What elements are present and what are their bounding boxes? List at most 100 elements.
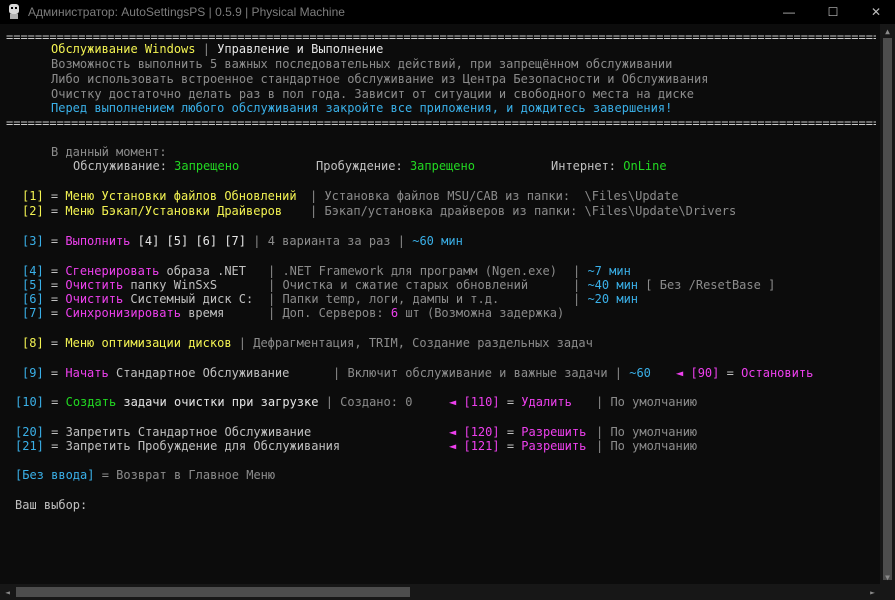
menu-eq: = [43, 278, 66, 292]
menu-item-20-default: | По умолчанию [596, 425, 698, 439]
menu-time: ~40 мин [587, 278, 639, 292]
menu-desc: 4 варианта за раз [267, 234, 391, 248]
menu-key: [20] [15, 425, 44, 439]
scroll-up-icon[interactable]: ▲ [880, 24, 895, 38]
menu-item-10[interactable]: [10] = Создать задачи очистки при загруз… [15, 395, 412, 410]
close-button[interactable]: ✕ [853, 0, 895, 24]
header-title: Обслуживание Windows [51, 42, 196, 56]
scroll-down-icon[interactable]: ▼ [880, 570, 895, 584]
status-wake-value: Запрещено [409, 159, 475, 173]
header-warning: Перед выполнением любого обслуживания за… [51, 101, 673, 115]
console-output: ========================================… [0, 24, 880, 584]
menu-verb: Очистить [65, 278, 124, 292]
scroll-right-icon[interactable]: ► [865, 584, 880, 600]
menu-eq: = [94, 468, 117, 482]
window-title: Администратор: AutoSettingsPS | 0.5.9 | … [28, 5, 345, 19]
menu-key: [7] [22, 306, 44, 320]
menu-key: [10] [15, 395, 44, 409]
scroll-left-icon[interactable]: ◄ [0, 584, 15, 600]
menu-item-120[interactable]: ◄ [120] = Разрешить [449, 425, 586, 440]
maximize-button[interactable]: ☐ [810, 0, 856, 24]
menu-key: [5] [22, 278, 44, 292]
menu-label: Меню Установки файлов Обновлений [65, 189, 297, 203]
menu-args: [4] [5] [6] [7] [137, 234, 247, 248]
menu-item-121[interactable]: ◄ [121] = Разрешить [449, 439, 586, 454]
menu-desc: Включит обслуживание и важные задачи [347, 366, 608, 380]
menu-verb: Создать [65, 395, 117, 409]
menu-key: [8] [22, 336, 44, 350]
menu-desc: Установка файлов MSU/CAB из папки: \File… [324, 189, 679, 203]
menu-key: [4] [22, 264, 44, 278]
menu-item-2[interactable]: [2] = Меню Бэкап/Установки Драйверов [22, 204, 282, 219]
menu-eq: = [43, 234, 66, 248]
menu-item-6[interactable]: [6] = Очистить Системный диск C: [22, 292, 253, 307]
menu-rest: задачи очистки при загрузке [123, 395, 319, 409]
menu-desc: Очистка и сжатие старых обновлений [282, 278, 529, 292]
menu-key: [9] [22, 366, 44, 380]
menu-item-6-desc: | Папки temp, логи, дампы и т.д. [268, 292, 500, 306]
menu-item-7-desc: | Доп. Серверов: 6 шт (Возможна задержка… [268, 306, 565, 320]
menu-rest: Системный диск C: [130, 292, 254, 306]
menu-item-7[interactable]: [7] = Синхронизировать время [22, 306, 224, 321]
menu-eq: = [43, 306, 66, 320]
menu-label: Запретить Пробуждение для Обслуживания [65, 439, 341, 453]
menu-default: По умолчанию [610, 425, 698, 439]
menu-alt-key: [90] [690, 366, 720, 380]
header-title-line: Обслуживание Windows | Управление и Выпо… [51, 42, 383, 57]
header-title-sep: | [195, 42, 218, 56]
status-wake: Пробуждение: Запрещено [316, 159, 475, 173]
menu-item-back[interactable]: [Без ввода] = Возврат в Главное Меню [15, 468, 275, 483]
menu-label: Меню Бэкап/Установки Драйверов [65, 204, 283, 218]
header-line-3: Очистку достаточно делать раз в пол года… [51, 87, 694, 101]
menu-eq: = [43, 425, 66, 439]
menu-item-4-desc: | .NET Framework для программ (Ngen.exe) [268, 264, 557, 278]
menu-desc: .NET Framework для программ (Ngen.exe) [282, 264, 557, 278]
menu-verb: Сгенерировать [65, 264, 160, 278]
status-internet-label: Интернет [551, 159, 609, 173]
maximize-icon: ☐ [827, 5, 839, 19]
menu-default: По умолчанию [610, 439, 698, 453]
menu-key: [1] [22, 189, 44, 203]
menu-desc: Бэкап/установка драйверов из папки: \Fil… [324, 204, 737, 218]
menu-item-3[interactable]: [3] = Выполнить [4] [5] [6] [7] | 4 вари… [22, 234, 463, 249]
menu-item-4[interactable]: [4] = Сгенерировать образа .NET [22, 264, 246, 279]
menu-item-90[interactable]: ◄ [90] = Остановить [676, 366, 813, 381]
menu-label: Возврат в Главное Меню [116, 468, 276, 482]
menu-item-110[interactable]: ◄ [110] = Удалить [449, 395, 572, 410]
menu-desc-tail: шт (Возможна задержка) [405, 306, 565, 320]
horizontal-scroll-thumb[interactable] [16, 587, 410, 597]
menu-alt-label: Разрешить [521, 439, 587, 453]
menu-desc: Папки temp, логи, дампы и т.д. [282, 292, 500, 306]
menu-item-8[interactable]: [8] = Меню оптимизации дисков | Дефрагме… [22, 336, 593, 351]
menu-time: ~20 мин [587, 292, 639, 306]
input-prompt[interactable]: Ваш выбор: [15, 498, 87, 513]
menu-verb: Начать [65, 366, 109, 380]
menu-rest: образа .NET [166, 264, 247, 278]
scrollbar-corner [880, 584, 895, 600]
status-maintenance: Обслуживание: Запрещено [73, 159, 240, 173]
status-wake-label: Пробуждение [316, 159, 396, 173]
menu-count: 6 [390, 306, 399, 320]
menu-eq: = [43, 204, 66, 218]
menu-item-21[interactable]: [21] = Запретить Пробуждение для Обслужи… [15, 439, 340, 454]
status-caption: В данный момент: [51, 145, 167, 159]
menu-desc: Дефрагментация, TRIM, Создание раздельны… [253, 336, 593, 350]
menu-eq: = [43, 264, 66, 278]
menu-time: ~60 мин [412, 234, 463, 248]
menu-item-1-desc: | Установка файлов MSU/CAB из папки: \Fi… [310, 189, 679, 203]
menu-verb: Очистить [65, 292, 124, 306]
menu-item-21-default: | По умолчанию [596, 439, 698, 453]
menu-item-9[interactable]: [9] = Начать Стандартное Обслуживание [22, 366, 289, 381]
menu-item-5-desc: | Очистка и сжатие старых обновлений [268, 278, 529, 292]
menu-rest: Стандартное Обслуживание [115, 366, 290, 380]
minimize-button[interactable]: — [766, 0, 812, 24]
menu-item-6-time: | ~20 мин [573, 292, 639, 306]
menu-item-20[interactable]: [20] = Запретить Стандартное Обслуживани… [15, 425, 311, 440]
app-icon [9, 4, 19, 19]
menu-label: Меню оптимизации дисков [65, 336, 232, 350]
vertical-scroll-thumb[interactable] [883, 38, 892, 580]
menu-alt-key: [120] [463, 425, 500, 439]
menu-item-1[interactable]: [1] = Меню Установки файлов Обновлений [22, 189, 297, 204]
menu-item-5[interactable]: [5] = Очистить папку WinSxS [22, 278, 217, 293]
menu-eq: = [43, 189, 66, 203]
